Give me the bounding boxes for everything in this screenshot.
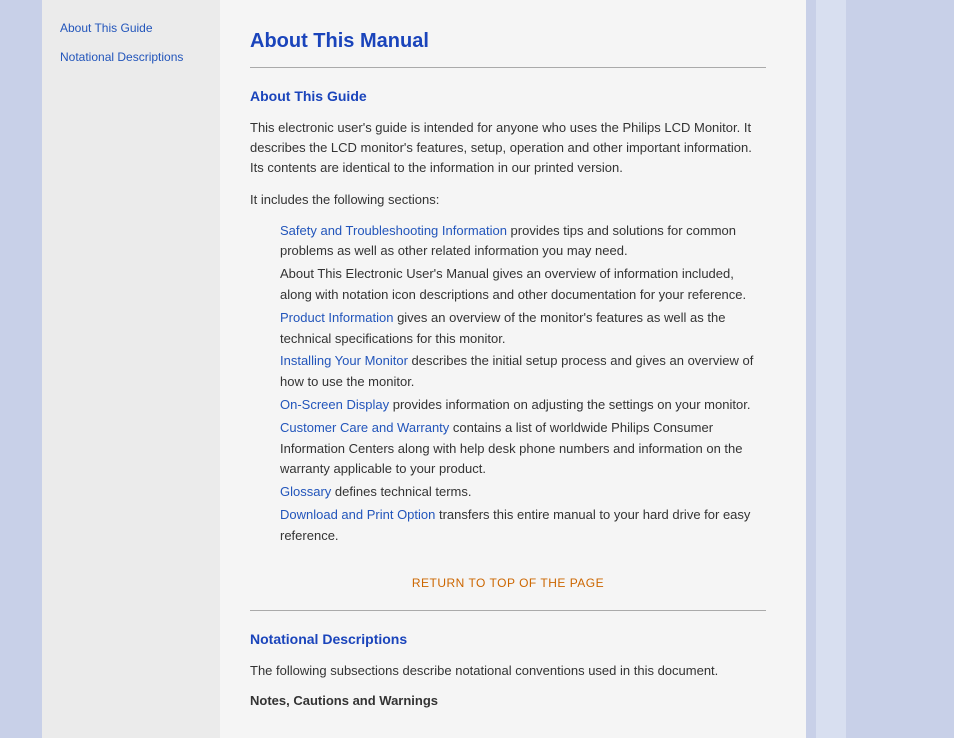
sidebar-item-notational[interactable]: Notational Descriptions (60, 49, 210, 66)
list-item-safety: Safety and Troubleshooting Information p… (280, 221, 766, 263)
list-item-customer: Customer Care and Warranty contains a li… (280, 418, 766, 480)
list-item-download: Download and Print Option transfers this… (280, 505, 766, 547)
notational-heading: Notational Descriptions (250, 631, 766, 647)
about-guide-para1: This electronic user's guide is intended… (250, 118, 766, 178)
page-title: About This Manual (250, 30, 766, 53)
left-border (0, 0, 42, 738)
main-content: About This Manual About This Guide This … (220, 0, 806, 738)
electronic-text: About This Electronic User's Manual give… (280, 266, 746, 302)
list-item-glossary: Glossary defines technical terms. (280, 482, 766, 503)
glossary-link[interactable]: Glossary (280, 484, 331, 499)
list-item-installing: Installing Your Monitor describes the in… (280, 351, 766, 393)
about-guide-section: About This Guide This electronic user's … (250, 88, 766, 590)
list-item-product: Product Information gives an overview of… (280, 308, 766, 350)
list-item-electronic: About This Electronic User's Manual give… (280, 264, 766, 306)
product-link[interactable]: Product Information (280, 310, 393, 325)
return-link-anchor[interactable]: RETURN TO TOP OF THE PAGE (412, 576, 604, 590)
right-inner-border (816, 0, 846, 738)
customer-link[interactable]: Customer Care and Warranty (280, 420, 449, 435)
return-to-top: RETURN TO TOP OF THE PAGE (250, 575, 766, 590)
about-guide-includes: It includes the following sections: (250, 190, 766, 210)
about-guide-heading: About This Guide (250, 88, 766, 104)
glossary-text: defines technical terms. (331, 484, 471, 499)
notes-heading: Notes, Cautions and Warnings (250, 693, 766, 708)
osd-text: provides information on adjusting the se… (389, 397, 750, 412)
notational-para1: The following subsections describe notat… (250, 661, 766, 681)
notational-section: Notational Descriptions The following su… (250, 631, 766, 708)
middle-divider (250, 610, 766, 611)
section-list: Safety and Troubleshooting Information p… (250, 221, 766, 547)
sidebar: About This Guide Notational Descriptions (42, 0, 220, 738)
top-divider (250, 67, 766, 68)
installing-link[interactable]: Installing Your Monitor (280, 353, 408, 368)
list-item-osd: On-Screen Display provides information o… (280, 395, 766, 416)
osd-link[interactable]: On-Screen Display (280, 397, 389, 412)
sidebar-item-about-guide[interactable]: About This Guide (60, 20, 210, 37)
download-link[interactable]: Download and Print Option (280, 507, 435, 522)
right-panel (806, 0, 954, 738)
safety-link[interactable]: Safety and Troubleshooting Information (280, 223, 507, 238)
